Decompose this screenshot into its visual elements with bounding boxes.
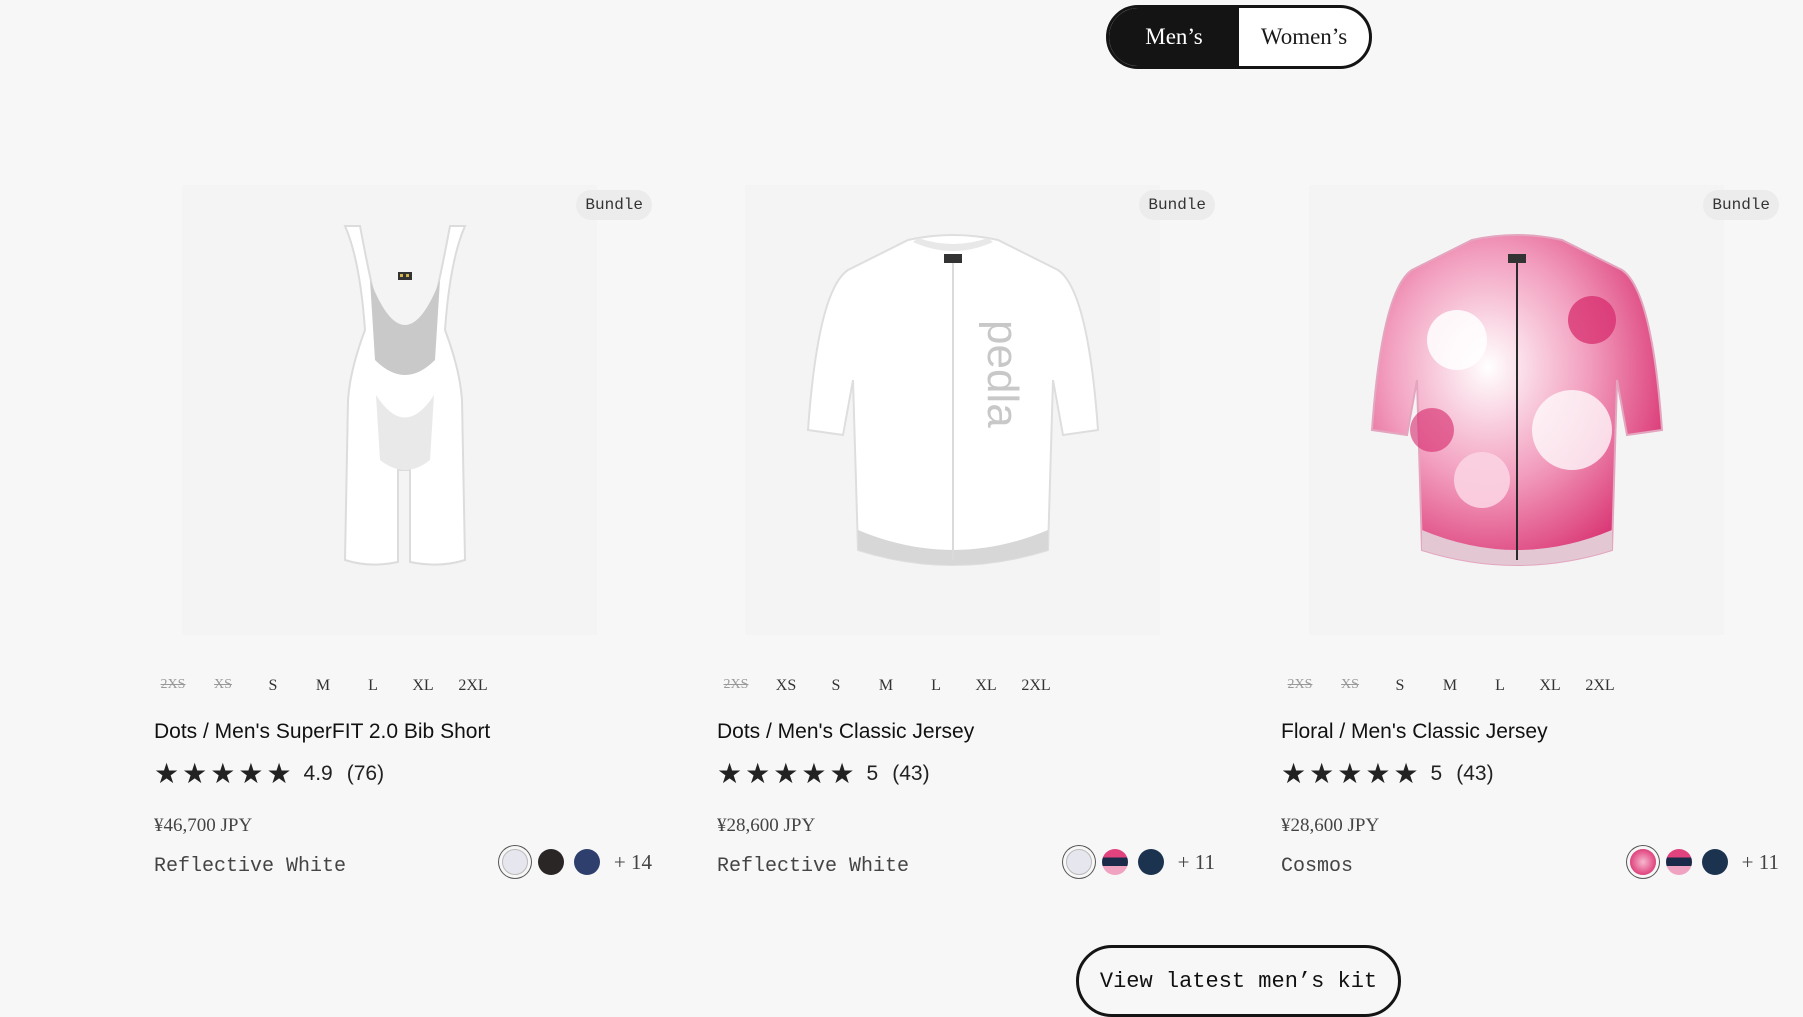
size-option[interactable]: 2XL <box>1575 677 1625 695</box>
star-icon: ★ <box>1337 758 1363 789</box>
review-count[interactable]: (43) <box>892 762 929 786</box>
size-option[interactable]: 2XL <box>448 677 498 695</box>
product-card[interactable]: Bundle 2XS XS S M L XL 2XL Floral / Men'… <box>1269 185 1779 885</box>
size-option[interactable]: XL <box>1525 677 1575 695</box>
size-option: 2XS <box>160 677 186 692</box>
color-swatch[interactable] <box>537 849 564 875</box>
size-list: 2XS XS S M L XL 2XL <box>148 677 498 695</box>
size-option[interactable]: XL <box>398 677 448 695</box>
size-option[interactable]: 2XL <box>1011 677 1061 695</box>
size-option[interactable]: L <box>348 677 398 695</box>
size-option: XS <box>1341 677 1359 692</box>
star-icon: ★ <box>829 758 855 789</box>
jersey-illustration: pedla <box>806 234 1099 566</box>
product-name[interactable]: Floral / Men's Classic Jersey <box>1281 720 1548 744</box>
star-icon: ★ <box>1281 758 1307 789</box>
star-rating: ★ ★ ★ ★ ★ <box>1281 760 1419 788</box>
star-icon: ★ <box>1393 758 1419 789</box>
product-image[interactable] <box>182 185 597 635</box>
color-name: Cosmos <box>1281 855 1354 878</box>
star-icon: ★ <box>182 758 208 789</box>
color-swatch[interactable] <box>501 849 528 875</box>
star-rating: ★ ★ ★ ★ ★ <box>154 760 292 788</box>
star-icon: ★ <box>154 758 180 789</box>
toggle-mens[interactable]: Men’s <box>1109 8 1239 66</box>
size-option[interactable]: XS <box>761 677 811 695</box>
more-colors[interactable]: + 11 <box>1178 850 1215 875</box>
color-name: Reflective White <box>717 855 910 878</box>
star-icon: ★ <box>773 758 799 789</box>
review-count[interactable]: (76) <box>347 762 384 786</box>
rating-score: 4.9 <box>303 762 333 785</box>
star-icon: ★ <box>266 758 292 789</box>
gender-toggle: Men’s Women’s <box>1106 5 1372 69</box>
more-colors[interactable]: + 14 <box>614 850 652 875</box>
star-icon: ★ <box>238 758 264 789</box>
size-option[interactable]: S <box>1375 677 1425 695</box>
size-option: XS <box>214 677 232 692</box>
color-swatch[interactable] <box>1065 849 1092 875</box>
product-name[interactable]: Dots / Men's Classic Jersey <box>717 720 974 744</box>
size-list: 2XS XS S M L XL 2XL <box>711 677 1061 695</box>
star-icon: ★ <box>1309 758 1335 789</box>
size-option[interactable]: M <box>861 677 911 695</box>
product-price: ¥28,600 JPY <box>1281 815 1380 836</box>
more-colors[interactable]: + 11 <box>1742 850 1779 875</box>
color-swatch[interactable] <box>1701 849 1728 875</box>
product-price: ¥46,700 JPY <box>154 815 253 836</box>
svg-text:pedla: pedla <box>978 320 1027 428</box>
review-count[interactable]: (43) <box>1456 762 1493 786</box>
bundle-badge: Bundle <box>1703 190 1779 220</box>
rating-score: 5 <box>866 762 879 785</box>
size-option[interactable]: L <box>911 677 961 695</box>
color-swatch[interactable] <box>1665 849 1692 875</box>
star-icon: ★ <box>1365 758 1391 789</box>
color-swatches: + 14 <box>501 849 652 875</box>
color-swatches: + 11 <box>1065 849 1215 875</box>
rating-score: 5 <box>1430 762 1443 785</box>
star-icon: ★ <box>801 758 827 789</box>
star-rating: ★ ★ ★ ★ ★ <box>717 760 855 788</box>
view-latest-kit-button[interactable]: View latest men’s kit <box>1076 945 1401 1017</box>
star-icon: ★ <box>745 758 771 789</box>
product-name[interactable]: Dots / Men's SuperFIT 2.0 Bib Short <box>154 720 490 744</box>
size-option[interactable]: M <box>1425 677 1475 695</box>
floral-jersey-illustration <box>1370 234 1663 566</box>
size-list: 2XS XS S M L XL 2XL <box>1275 677 1625 695</box>
product-card[interactable]: pedla Bundle 2XS XS S M L XL 2XL Dots / … <box>705 185 1215 885</box>
size-option[interactable]: S <box>248 677 298 695</box>
color-name: Reflective White <box>154 855 347 878</box>
product-image[interactable] <box>1309 185 1724 635</box>
color-swatch[interactable] <box>1101 849 1128 875</box>
color-swatch[interactable] <box>1629 849 1656 875</box>
color-swatch[interactable] <box>573 849 600 875</box>
bundle-badge: Bundle <box>576 190 652 220</box>
product-rating: ★ ★ ★ ★ ★ 4.9 (76) <box>154 760 384 788</box>
product-image[interactable]: pedla <box>745 185 1160 635</box>
color-swatch[interactable] <box>1137 849 1164 875</box>
product-card[interactable]: Bundle 2XS XS S M L XL 2XL Dots / Men's … <box>142 185 652 885</box>
size-option: 2XS <box>723 677 749 692</box>
bib-short-illustration <box>342 225 467 566</box>
star-icon: ★ <box>210 758 236 789</box>
star-icon: ★ <box>717 758 743 789</box>
color-swatches: + 11 <box>1629 849 1779 875</box>
size-option[interactable]: XL <box>961 677 1011 695</box>
size-option[interactable]: M <box>298 677 348 695</box>
product-rating: ★ ★ ★ ★ ★ 5 (43) <box>717 760 930 788</box>
size-option: 2XS <box>1287 677 1313 692</box>
product-price: ¥28,600 JPY <box>717 815 816 836</box>
size-option[interactable]: S <box>811 677 861 695</box>
toggle-womens[interactable]: Women’s <box>1239 8 1369 66</box>
product-rating: ★ ★ ★ ★ ★ 5 (43) <box>1281 760 1494 788</box>
bundle-badge: Bundle <box>1139 190 1215 220</box>
size-option[interactable]: L <box>1475 677 1525 695</box>
